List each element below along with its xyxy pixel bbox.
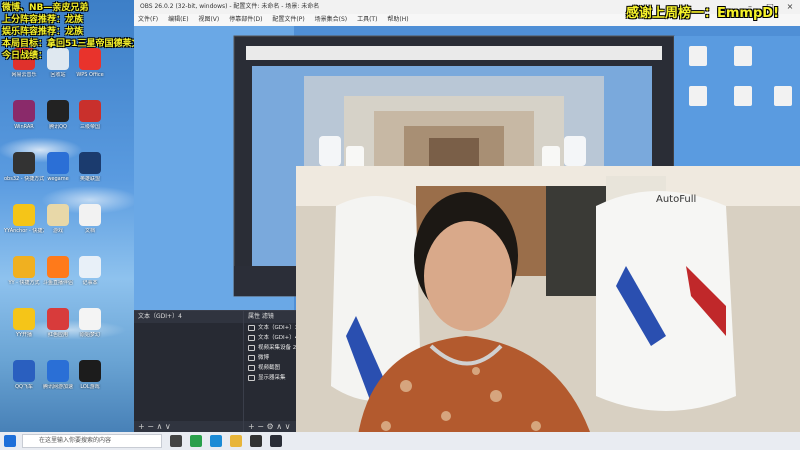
svg-text:AutoFull: AutoFull — [656, 194, 696, 205]
close-button[interactable]: × — [780, 0, 800, 14]
desktop-shortcut-label: 原始梦幻 — [79, 332, 100, 338]
document-icon — [79, 204, 101, 226]
folder-icon — [47, 204, 69, 226]
folder-icon[interactable] — [230, 435, 242, 447]
desktop-shortcut[interactable]: 英雄联盟 — [70, 152, 110, 196]
qq-game-icon — [13, 360, 35, 382]
menu-help[interactable]: 帮助(H) — [387, 16, 408, 23]
notepad-icon — [79, 256, 101, 278]
start-button[interactable] — [4, 435, 16, 447]
wegame-icon — [47, 152, 69, 174]
file-icon — [79, 308, 101, 330]
monitor-source-icon — [248, 375, 255, 381]
desktop-shortcut[interactable]: 文档 — [70, 204, 110, 248]
taskbar-search[interactable]: 在这里输入你要搜索的内容 — [22, 434, 162, 448]
desktop-shortcut-label: 英雄联盟 — [79, 176, 100, 182]
desktop-shortcut-label: 记事本 — [82, 280, 98, 286]
stream-overlay-text: 微博、NB—亲皮兄弟 上分阵容推荐：龙族 娱乐阵容推荐：龙族 本局目标：拿回51… — [2, 2, 150, 62]
lol-icon — [79, 152, 101, 174]
menu-scene-collection[interactable]: 场景集合(S) — [315, 16, 348, 23]
desktop-shortcut-label: 文档 — [84, 228, 95, 234]
menu-edit[interactable]: 编辑(E) — [168, 16, 188, 23]
menu-file[interactable]: 文件(F) — [138, 16, 158, 23]
overlay-line-2: 上分阵容推荐：龙族 — [2, 15, 84, 25]
obs-icon[interactable] — [270, 435, 282, 447]
edge-icon[interactable] — [210, 435, 222, 447]
yy-live-icon — [13, 308, 35, 330]
text-source-icon — [248, 355, 255, 361]
windows-taskbar: 在这里输入你要搜索的内容 — [0, 432, 800, 450]
yy-icon — [13, 256, 35, 278]
obs-icon — [13, 152, 35, 174]
douyu-icon — [47, 256, 69, 278]
webcam-feed: AutoFull — [296, 166, 800, 450]
obs-title: OBS 26.0.2 (32-bit, windows) - 配置文件: 未命名… — [140, 3, 320, 10]
winrar-icon — [13, 100, 35, 122]
lol-client-icon — [79, 360, 101, 382]
desktop-shortcut[interactable]: LOL游戏 — [70, 360, 110, 404]
desktop-shortcut[interactable]: 三级帝国 — [70, 100, 110, 144]
overlay-line-3: 娱乐阵容推荐：龙族 — [2, 27, 84, 37]
menu-view[interactable]: 视图(V) — [198, 16, 219, 23]
app-icon — [47, 308, 69, 330]
menu-profile[interactable]: 配置文件(P) — [272, 16, 304, 23]
overlay-line-1: 微博、NB—亲皮兄弟 — [2, 3, 89, 13]
task-view-icon[interactable] — [170, 435, 182, 447]
qq-icon — [47, 100, 69, 122]
chrome-icon[interactable] — [190, 435, 202, 447]
image-source-icon — [248, 365, 255, 371]
desktop-shortcut-label: WPS Office — [76, 72, 104, 78]
menu-tools[interactable]: 工具(T) — [357, 16, 377, 23]
accelerator-icon — [47, 360, 69, 382]
webcam-image: AutoFull — [296, 166, 800, 450]
thanks-banner: 感谢上周榜一：EmmpD! — [626, 6, 779, 21]
desktop-shortcut-label: 三级帝国 — [79, 124, 100, 130]
menu-docks[interactable]: 停靠部件(D) — [229, 16, 262, 23]
text-source-icon — [248, 335, 255, 341]
overlay-line-4: 本局目标：拿回51三星帝国德莱文！ — [2, 39, 150, 49]
desktop-shortcut[interactable]: 原始梦幻 — [70, 308, 110, 352]
scenes-panel-header: 文本（GDI+）4 — [134, 311, 243, 323]
scenes-panel: 文本（GDI+）4 + − ∧ ∨ — [134, 311, 244, 433]
text-source-icon — [248, 325, 255, 331]
desktop-shortcut-label: LOL游戏 — [80, 384, 100, 390]
yy-anchor-icon — [13, 204, 35, 226]
game-icon — [79, 100, 101, 122]
overlay-line-5: 今日战绩： — [2, 51, 48, 61]
desktop-shortcut[interactable]: 记事本 — [70, 256, 110, 300]
camera-source-icon — [248, 345, 255, 351]
store-icon[interactable] — [250, 435, 262, 447]
